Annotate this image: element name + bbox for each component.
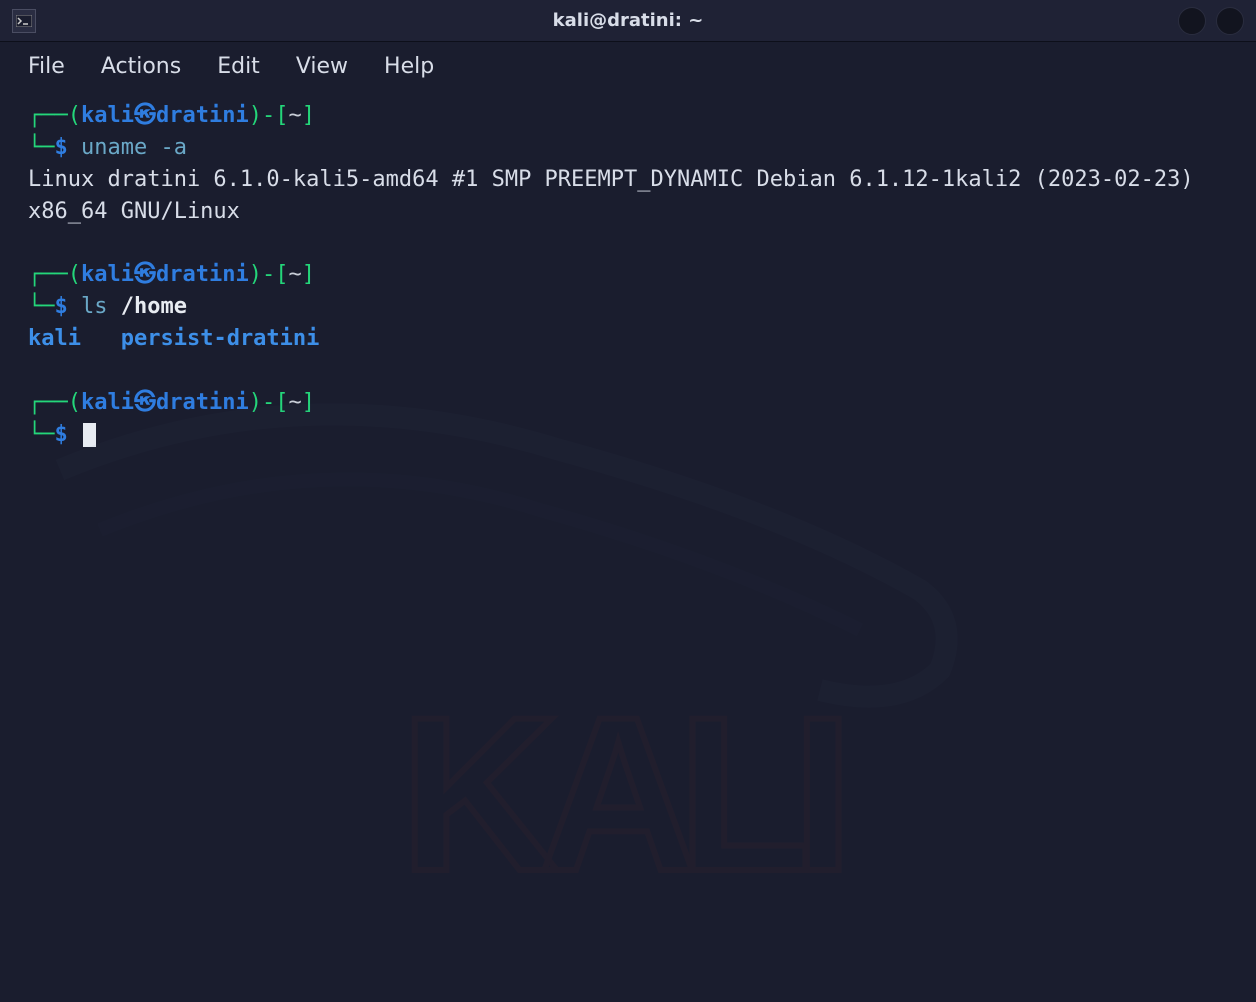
prompt-line-3-cmd[interactable]: └─$ [28, 419, 1228, 451]
command-1-args: -a [160, 135, 187, 160]
command-1: uname [81, 135, 147, 160]
prompt-line-1-cmd: └─$ uname -a [28, 132, 1228, 164]
output-dir-1: kali [28, 326, 81, 351]
prompt-line-2-cmd: └─$ ls /home [28, 291, 1228, 323]
prompt-line-2-top: ┌──(kali㉿dratini)-[~] [28, 259, 1228, 291]
menu-actions[interactable]: Actions [101, 54, 181, 79]
window-control-btn-2[interactable] [1216, 7, 1244, 35]
titlebar: kali@dratini: ~ [0, 0, 1256, 42]
cursor [83, 423, 96, 447]
window-control-btn-1[interactable] [1178, 7, 1206, 35]
blank-2 [28, 355, 1228, 387]
window-controls [1178, 7, 1244, 35]
output-1: Linux dratini 6.1.0-kali5-amd64 #1 SMP P… [28, 164, 1228, 228]
menu-help[interactable]: Help [384, 54, 434, 79]
menu-file[interactable]: File [28, 54, 65, 79]
window-title: kali@dratini: ~ [553, 10, 704, 31]
terminal-icon [12, 9, 36, 33]
menu-view[interactable]: View [296, 54, 348, 79]
output-2: kali persist-dratini [28, 323, 1228, 355]
svg-text:KALI: KALI [400, 671, 839, 917]
prompt-line-1-top: ┌──(kali㉿dratini)-[~] [28, 100, 1228, 132]
prompt-line-3-top: ┌──(kali㉿dratini)-[~] [28, 387, 1228, 419]
command-2-args: /home [121, 294, 187, 319]
blank-1 [28, 228, 1228, 260]
output-dir-2: persist-dratini [121, 326, 320, 351]
menubar: File Actions Edit View Help [0, 42, 1256, 90]
command-2: ls [81, 294, 108, 319]
terminal-body[interactable]: KALI ┌──(kali㉿dratini)-[~] └─$ uname -a … [0, 90, 1256, 1002]
menu-edit[interactable]: Edit [217, 54, 260, 79]
